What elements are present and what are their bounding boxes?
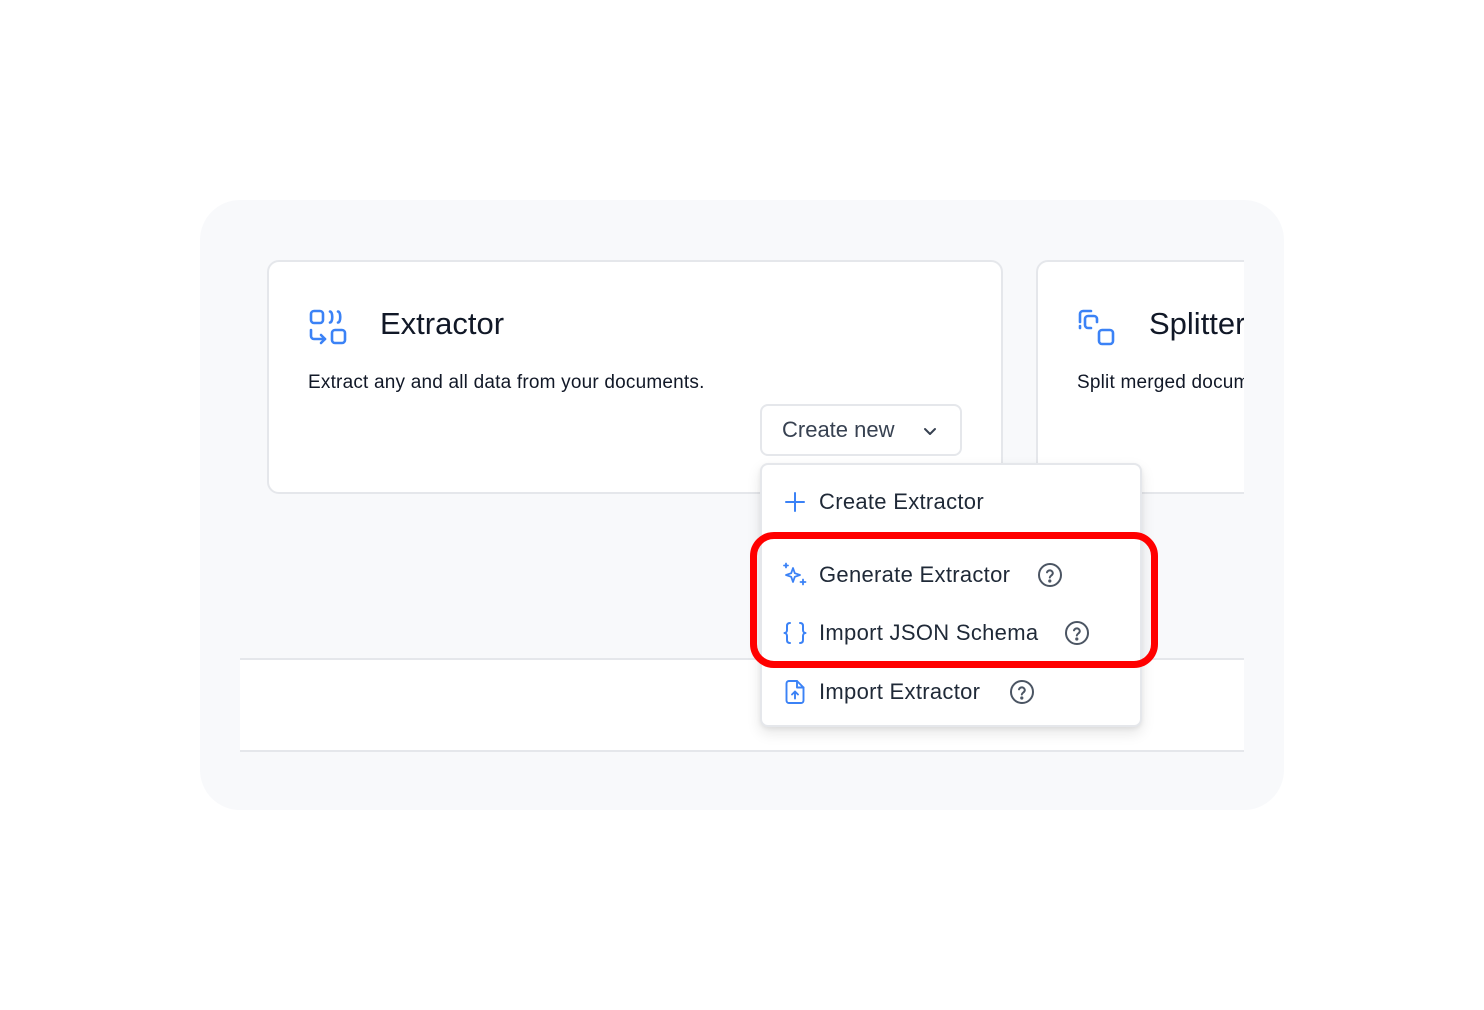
menu-item-import-extractor[interactable]: Import Extractor — [762, 667, 1140, 717]
help-circle-icon[interactable] — [1009, 679, 1035, 705]
extractor-card: Extractor Extract any and all data from … — [267, 260, 1003, 494]
file-upload-icon — [782, 679, 808, 705]
menu-item-create-extractor[interactable]: Create Extractor — [762, 477, 1140, 527]
menu-item-label: Create Extractor — [819, 489, 984, 514]
highlight-box — [750, 532, 1158, 668]
extractor-description: Extract any and all data from your docum… — [308, 372, 705, 393]
splitter-title: Splitter — [1149, 306, 1244, 341]
splitter-description: Split merged documents — [1077, 372, 1244, 393]
chevron-down-icon — [920, 421, 940, 441]
splitter-icon — [1077, 308, 1117, 348]
extractor-icon — [308, 308, 348, 348]
create-new-button[interactable]: Create new — [760, 404, 962, 456]
create-new-label: Create new — [782, 417, 895, 442]
splitter-card: Splitter Split merged documents — [1036, 260, 1244, 494]
menu-item-label: Import Extractor — [819, 679, 981, 704]
plus-icon — [782, 489, 808, 515]
extractor-title: Extractor — [380, 306, 505, 341]
